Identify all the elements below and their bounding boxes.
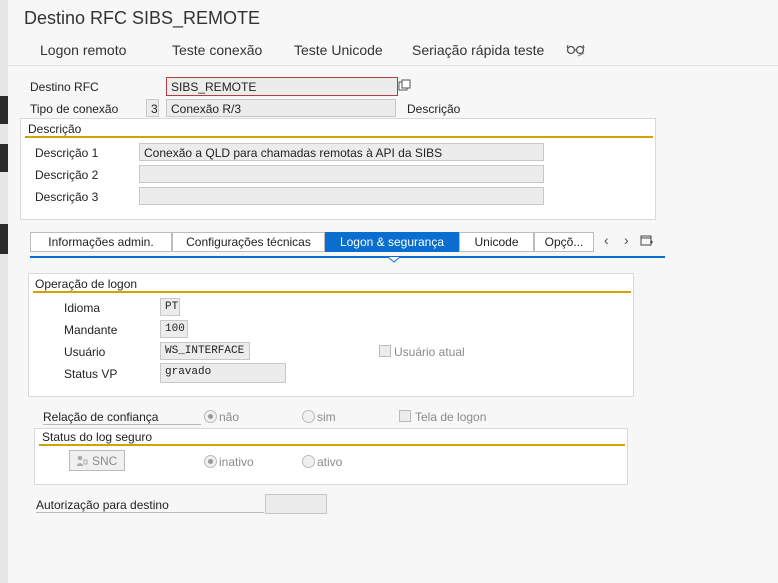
descricao-1-field[interactable]: Conexão a QLD para chamadas remotas à AP…: [139, 143, 544, 161]
tipo-conexao-desc: Conexão R/3: [166, 99, 396, 117]
descricao-3-field[interactable]: [139, 187, 544, 205]
chevron-right-icon[interactable]: ›: [624, 232, 629, 248]
descricao-2-label: Descrição 2: [35, 168, 99, 182]
autorizacao-destino-label: Autorização para destino: [36, 498, 264, 513]
tipo-conexao-code[interactable]: 3: [146, 99, 159, 117]
group-divider: [25, 136, 653, 138]
background-window-dark-2: [0, 144, 8, 172]
group-divider: [33, 291, 631, 293]
tipo-conexao-label: Tipo de conexão: [30, 102, 119, 116]
snc-icon: [76, 454, 88, 470]
chevron-left-icon[interactable]: ‹: [604, 232, 609, 248]
status-vp-field: gravado: [160, 363, 286, 383]
window-title: Destino RFC SIBS_REMOTE: [24, 8, 261, 28]
descricao-2-field[interactable]: [139, 165, 544, 183]
tab-underline: [30, 256, 665, 258]
snc-button[interactable]: SNC: [69, 450, 125, 471]
operacao-logon-group: Operação de logon Idioma PT Mandante 100…: [28, 273, 634, 397]
usuario-label: Usuário: [64, 345, 106, 359]
confianca-nao-label: não: [219, 410, 240, 424]
active-tab-pointer: [388, 257, 400, 263]
logon-remoto-button[interactable]: Logon remoto: [40, 42, 126, 58]
mandante-field[interactable]: 100: [160, 320, 188, 338]
tab-list-icon[interactable]: [640, 234, 654, 250]
status-vp-label: Status VP: [64, 367, 118, 381]
descricao-1-label: Descrição 1: [35, 146, 99, 160]
usuario-atual-label: Usuário atual: [394, 345, 465, 359]
tab-informacoes-admin[interactable]: Informações admin.: [30, 232, 172, 252]
toolbar: Logon remoto Teste conexão Teste Unicode…: [8, 36, 778, 66]
log-ativo-radio[interactable]: [302, 455, 315, 468]
tela-logon-label: Tela de logon: [415, 410, 487, 424]
tela-logon-checkbox[interactable]: [399, 410, 411, 422]
mandante-label: Mandante: [64, 323, 118, 337]
dialog-panel: Destino RFC SIBS_REMOTE Logon remoto Tes…: [8, 0, 778, 583]
usuario-atual-checkbox[interactable]: [379, 345, 391, 357]
background-window-dark-3: [0, 224, 8, 254]
relacao-confianca-label: Relação de confiança: [43, 410, 201, 425]
value-help-icon[interactable]: [398, 79, 412, 93]
descricao-group: Descrição Descrição 1 Conexão a QLD para…: [20, 118, 656, 220]
autorizacao-destino-field[interactable]: [265, 494, 327, 514]
log-seguro-group: Status do log seguro SNC inativo ativo: [34, 428, 628, 485]
tab-unicode[interactable]: Unicode: [459, 232, 534, 252]
snc-label: SNC: [92, 454, 118, 468]
idioma-label: Idioma: [64, 301, 101, 315]
descricao-3-label: Descrição 3: [35, 190, 99, 204]
destino-rfc-field[interactable]: SIBS_REMOTE: [166, 77, 398, 96]
log-seguro-title: Status do log seguro: [42, 430, 153, 444]
group-divider: [39, 444, 625, 446]
seriacao-rapida-teste-button[interactable]: Seriação rápida teste: [412, 42, 544, 58]
background-window-dark-1: [0, 96, 8, 124]
glasses-icon[interactable]: [566, 42, 586, 61]
confianca-sim-radio[interactable]: [302, 410, 315, 423]
background-window-edge: [0, 0, 8, 583]
idioma-field[interactable]: PT: [160, 298, 180, 316]
log-inativo-label: inativo: [219, 455, 254, 469]
confianca-nao-radio[interactable]: [204, 410, 217, 423]
confianca-sim-label: sim: [317, 410, 336, 424]
tab-configuracoes-tecnicas[interactable]: Configurações técnicas: [172, 232, 325, 252]
teste-conexao-button[interactable]: Teste conexão: [172, 42, 262, 58]
teste-unicode-button[interactable]: Teste Unicode: [294, 42, 383, 58]
descricao-group-title: Descrição: [28, 122, 82, 136]
log-inativo-radio[interactable]: [204, 455, 217, 468]
tab-opcoes[interactable]: Opçõ...: [534, 232, 594, 252]
usuario-field[interactable]: WS_INTERFACE: [160, 342, 250, 360]
descricao-side-label: Descrição: [407, 102, 461, 116]
operacao-logon-title: Operação de logon: [35, 277, 138, 291]
destino-rfc-label: Destino RFC: [30, 80, 99, 94]
log-ativo-label: ativo: [317, 455, 343, 469]
tab-logon-seguranca[interactable]: Logon & segurança: [325, 232, 459, 252]
